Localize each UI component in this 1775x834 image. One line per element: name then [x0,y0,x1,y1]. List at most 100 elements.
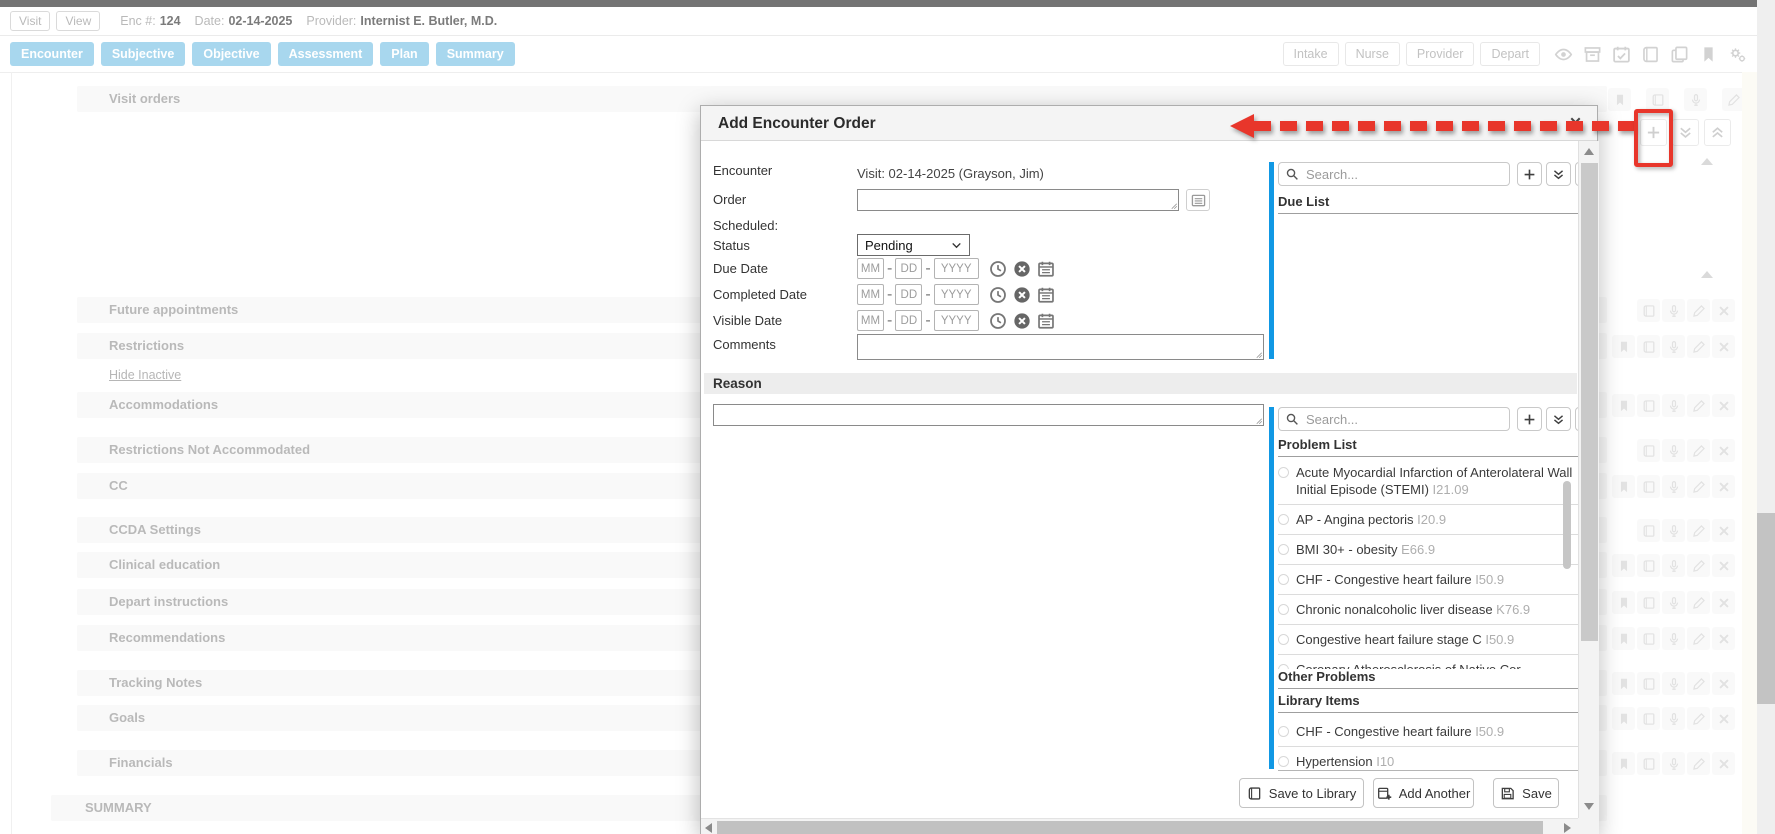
comments-input-wrap [857,334,1264,360]
floppy-icon [1500,786,1515,801]
modal-vertical-scrollbar-thumb[interactable] [1581,163,1598,641]
visible-date-dd-segment[interactable]: DD [895,310,922,331]
page-scrollbar-thumb[interactable] [1757,513,1775,704]
scroll-up-icon[interactable] [1584,148,1594,155]
button-label: Add Another [1399,786,1471,801]
problem-list-item[interactable]: BMI 30+ - obesity E66.9 [1278,535,1578,565]
due-add-button[interactable] [1517,162,1542,186]
due-search [1278,162,1510,186]
problem-list-item-code: I50.9 [1485,632,1514,647]
library-list-divider [1278,770,1578,771]
visible-date-mm-segment[interactable]: MM [857,310,884,331]
date-separator: - [887,312,892,330]
comments-input[interactable] [858,335,1263,359]
screen: Visit View Enc #: 124 Date: 02-14-2025 P… [0,0,1775,834]
due-date-dd-segment[interactable]: DD [895,258,922,279]
library-item[interactable]: CHF - Congestive heart failure I50.9 [1278,717,1578,747]
status-label: Status [713,238,853,253]
resize-handle-icon[interactable] [1253,415,1263,425]
resize-handle-icon[interactable] [1168,200,1178,210]
comments-label: Comments [713,337,853,352]
problem-expand-button[interactable] [1546,407,1571,431]
modal-vertical-scrollbar[interactable] [1578,141,1599,818]
scroll-right-icon[interactable] [1564,823,1571,833]
radio-icon[interactable] [1278,544,1289,555]
scroll-down-icon[interactable] [1584,803,1594,810]
completed-date-dd-segment[interactable]: DD [895,284,922,305]
problem-add-button[interactable] [1517,407,1542,431]
save-to-library-button[interactable]: Save to Library [1239,778,1364,808]
x-circle-icon[interactable] [1013,286,1031,304]
order-input[interactable] [858,190,1178,210]
save-button[interactable]: Save [1493,778,1559,808]
problem-list-item-text: BMI 30+ - obesity E66.9 [1296,541,1435,558]
date-separator: - [887,286,892,304]
radio-icon[interactable] [1278,467,1289,478]
book-icon [1247,786,1262,801]
due-date-yyyy-segment[interactable]: YYYY [934,258,979,279]
due-date-row: MM-DD-YYYY [857,258,1055,279]
plus-icon [1523,168,1536,181]
add-another-button[interactable]: Add Another [1373,778,1474,808]
radio-icon[interactable] [1278,756,1289,767]
search-icon [1286,413,1299,426]
problem-panel-accent-bar [1269,407,1274,769]
problem-list-item-code: I50.9 [1475,572,1504,587]
problem-list-scrollbar-thumb[interactable] [1563,481,1571,569]
radio-icon[interactable] [1278,574,1289,585]
due-date-mm-segment[interactable]: MM [857,258,884,279]
resize-handle-icon[interactable] [1253,349,1263,359]
problem-list-item[interactable]: CHF - Congestive heart failure I50.9 [1278,565,1578,595]
order-picker-button[interactable] [1186,189,1210,211]
status-select-value: Pending [865,238,913,253]
problem-list-item[interactable]: Acute Myocardial Infarction of Anterolat… [1278,458,1578,505]
clock-icon[interactable] [989,286,1007,304]
reason-header: Reason [704,373,1577,394]
problem-search-input[interactable] [1304,411,1509,428]
library-item-code: I10 [1376,754,1394,769]
calendar-icon[interactable] [1037,312,1055,330]
clock-icon[interactable] [989,312,1007,330]
library-item[interactable]: Hypertension I10 [1278,747,1578,770]
status-select[interactable]: Pending [857,234,970,256]
problem-list-item[interactable]: AP - Angina pectoris I20.9 [1278,505,1578,535]
other-problems-header: Other Problems [1278,669,1578,689]
order-label: Order [713,192,853,207]
clock-icon[interactable] [989,260,1007,278]
radio-icon[interactable] [1278,634,1289,645]
visible-date-yyyy-segment[interactable]: YYYY [934,310,979,331]
completed-date-yyyy-segment[interactable]: YYYY [934,284,979,305]
encounter-value: Visit: 02-14-2025 (Grayson, Jim) [857,166,1044,181]
problem-list-item[interactable]: Coronary Atherosclerosis of Native Cor [1278,655,1578,669]
problem-list-item-text: AP - Angina pectoris I20.9 [1296,511,1446,528]
radio-icon[interactable] [1278,604,1289,615]
annotation-highlight-box [1634,109,1673,167]
modal-horizontal-scrollbar[interactable] [701,818,1578,834]
page-scrollbar[interactable] [1757,0,1775,834]
list-icon [1191,193,1206,208]
due-search-input[interactable] [1304,166,1509,183]
completed-date-mm-segment[interactable]: MM [857,284,884,305]
problem-list-item-text: Coronary Atherosclerosis of Native Cor [1296,661,1521,669]
calendar-icon[interactable] [1037,286,1055,304]
problem-list-item[interactable]: Congestive heart failure stage C I50.9 [1278,625,1578,655]
problem-list-item[interactable]: Chronic nonalcoholic liver disease K76.9 [1278,595,1578,625]
radio-icon[interactable] [1278,514,1289,525]
reason-input[interactable] [714,405,1263,425]
scroll-left-icon[interactable] [705,823,712,833]
problem-list-item-text: Chronic nonalcoholic liver disease K76.9 [1296,601,1530,618]
due-expand-button[interactable] [1546,162,1571,186]
modal-horizontal-scrollbar-thumb[interactable] [717,821,1543,834]
x-circle-icon[interactable] [1013,312,1031,330]
problem-list-item-text: CHF - Congestive heart failure I50.9 [1296,571,1504,588]
x-circle-icon[interactable] [1013,260,1031,278]
visible-date-row: MM-DD-YYYY [857,310,1055,331]
problem-list-item-code: K76.9 [1496,602,1530,617]
problem-list-item-code: E66.9 [1401,542,1435,557]
annotation-arrowhead [1230,114,1254,138]
calendar-icon[interactable] [1037,260,1055,278]
library-item-code: I50.9 [1475,724,1504,739]
radio-icon[interactable] [1278,726,1289,737]
problem-list: Acute Myocardial Infarction of Anterolat… [1278,458,1578,669]
problem-list-item-code: I20.9 [1417,512,1446,527]
